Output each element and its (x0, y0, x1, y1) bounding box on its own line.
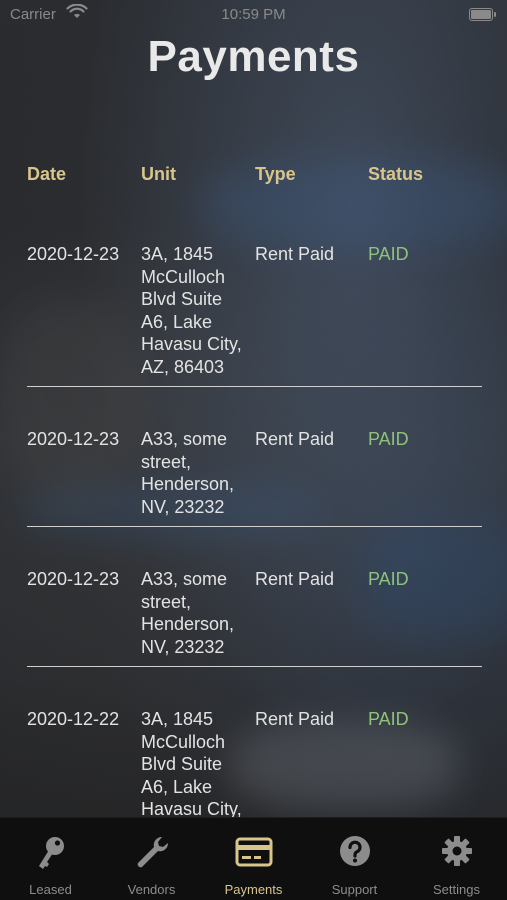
page-title: Payments (147, 32, 360, 81)
table-row[interactable]: 2020-12-23 3A, 1845 McCulloch Blvd Suite… (27, 240, 482, 387)
tab-settings[interactable]: Settings (406, 818, 507, 900)
column-header-type: Type (255, 164, 296, 184)
question-circle-icon (335, 832, 375, 872)
tab-label: Support (331, 882, 378, 897)
payment-type: Rent Paid (255, 244, 335, 264)
column-header-status: Status (368, 164, 424, 184)
payment-unit: A33, some street, Henderson, NV, 23232 (141, 569, 235, 657)
tab-vendors[interactable]: Vendors (101, 818, 202, 900)
tab-support[interactable]: Support (304, 818, 405, 900)
wrench-icon (132, 832, 172, 872)
tab-label: Payments (224, 882, 283, 897)
payment-status: PAID (368, 569, 409, 589)
tab-payments[interactable]: Payments (203, 818, 304, 900)
payment-date: 2020-12-22 (27, 709, 120, 729)
payment-status: PAID (368, 709, 409, 729)
status-bar: Carrier 10:59 PM (0, 0, 507, 30)
table-header: Date Unit Type Status (27, 160, 482, 190)
payment-type: Rent Paid (255, 709, 335, 729)
payment-unit: 3A, 1845 McCulloch Blvd Suite A6, Lake H… (141, 244, 242, 377)
payment-status: PAID (368, 429, 409, 449)
status-time: 10:59 PM (221, 6, 286, 23)
payments-table: Date Unit Type Status 2020-12-23 3A, 184… (27, 160, 482, 819)
gear-icon (437, 832, 477, 872)
table-row[interactable]: 2020-12-23 A33, some street, Henderson, … (27, 527, 482, 667)
battery-icon (469, 8, 496, 21)
payment-type: Rent Paid (255, 429, 335, 449)
table-row[interactable]: 2020-12-22 3A, 1845 McCulloch Blvd Suite… (27, 667, 482, 829)
payment-unit: A33, some street, Henderson, NV, 23232 (141, 429, 235, 517)
payment-type: Rent Paid (255, 569, 335, 589)
payment-date: 2020-12-23 (27, 569, 120, 589)
tab-leased[interactable]: Leased (0, 818, 101, 900)
table-row[interactable]: 2020-12-23 A33, some street, Henderson, … (27, 387, 482, 527)
payments-screen: Carrier 10:59 PM Payments Date Unit Type… (0, 0, 507, 900)
key-icon (31, 832, 71, 872)
payment-date: 2020-12-23 (27, 429, 120, 449)
tab-label: Settings (433, 882, 480, 897)
payments-list: 2020-12-23 3A, 1845 McCulloch Blvd Suite… (27, 240, 482, 829)
column-header-date: Date (27, 164, 67, 184)
tab-label: Leased (29, 882, 72, 897)
tab-bar: Leased Vendors Payments Support Settings (0, 817, 507, 900)
payment-status: PAID (368, 244, 409, 264)
payment-date: 2020-12-23 (27, 244, 120, 264)
credit-card-icon (234, 832, 274, 872)
column-header-unit: Unit (141, 164, 176, 184)
payment-unit: 3A, 1845 McCulloch Blvd Suite A6, Lake H… (141, 709, 242, 819)
tab-label: Vendors (127, 882, 176, 897)
